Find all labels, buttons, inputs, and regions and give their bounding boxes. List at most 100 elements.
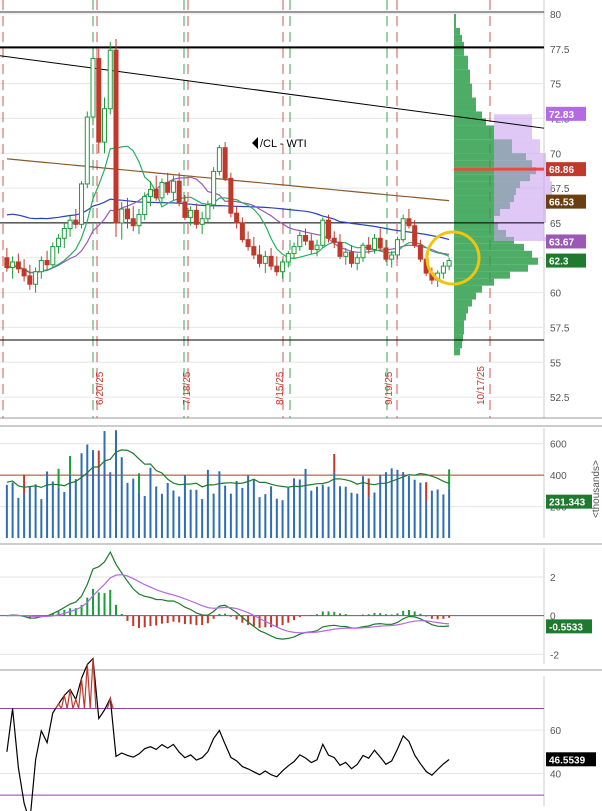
candle-body — [33, 271, 39, 285]
candle-body — [67, 219, 73, 230]
candle-body — [27, 275, 33, 285]
macd-histogram-bar — [367, 614, 370, 616]
candle[interactable] — [228, 172, 234, 218]
candle[interactable] — [79, 181, 85, 229]
volume-bar — [333, 472, 336, 538]
volume-bar — [109, 472, 112, 538]
volume-bar — [425, 501, 428, 538]
volume-bar — [86, 444, 89, 538]
price-tick-label: 67.5 — [550, 184, 570, 195]
candle-body — [412, 225, 418, 246]
volume-bar — [407, 476, 410, 538]
macd-histogram-bar — [275, 615, 278, 627]
candle-body — [383, 247, 389, 260]
volume-bar — [97, 469, 100, 538]
date-label: 8/15/25 — [275, 371, 286, 405]
volume-profile-bar — [454, 285, 482, 293]
candle[interactable] — [90, 48, 96, 126]
candle[interactable] — [50, 242, 56, 268]
candle-body — [320, 219, 326, 246]
volume-bar — [275, 498, 278, 538]
rsi-pane[interactable]: 40 60 46.5539 — [0, 657, 602, 811]
volume-profile-bar — [454, 55, 468, 70]
candle[interactable] — [107, 41, 113, 115]
candle[interactable] — [84, 111, 90, 189]
candle-body — [21, 268, 27, 277]
macd-histogram-bar — [109, 589, 112, 616]
candle-body — [308, 240, 314, 250]
price-tick-label: 65 — [550, 219, 562, 230]
volume-bar — [46, 471, 49, 538]
value-area-bar — [494, 181, 552, 196]
candle-body — [61, 228, 67, 239]
volume-profile-bar — [454, 341, 462, 349]
macd-histogram-bar — [218, 613, 221, 616]
value-area-bar — [494, 114, 532, 140]
volume-bar — [149, 467, 152, 538]
candle[interactable] — [211, 167, 217, 209]
volume-bar — [166, 482, 169, 538]
volume-bar — [373, 492, 376, 538]
macd-histogram-bar — [407, 609, 410, 616]
candle-body — [44, 260, 50, 266]
candle[interactable] — [320, 217, 326, 249]
volume-bar — [258, 497, 261, 538]
macd-histogram-bar — [212, 615, 215, 619]
price-badge-label: 66.53 — [549, 198, 574, 209]
candle-body — [371, 237, 377, 250]
macd-histogram-bar — [160, 615, 163, 624]
candle[interactable] — [222, 142, 228, 182]
macd-histogram-bar — [97, 592, 100, 616]
candle-body — [348, 251, 354, 264]
volume-profile-bar — [454, 292, 476, 300]
candle-body — [130, 218, 136, 227]
volume-profile-bar — [454, 327, 464, 335]
candle-body — [124, 208, 130, 220]
candle-body — [84, 116, 90, 185]
volume-bar — [448, 488, 451, 538]
volume-bar — [23, 493, 26, 538]
candle-body — [337, 241, 343, 257]
date-label: 7/18/25 — [182, 371, 193, 405]
rsi-badge-label: 46.5539 — [549, 755, 586, 766]
volume-bar — [160, 493, 163, 538]
candle-body — [96, 58, 102, 143]
volume-bar — [442, 494, 445, 538]
volume-bar — [287, 487, 290, 538]
candle-body — [440, 265, 446, 274]
volume-bar — [327, 486, 330, 538]
volume-bar — [235, 481, 238, 538]
candle[interactable] — [113, 39, 119, 237]
candle-body — [389, 254, 395, 260]
candle[interactable] — [96, 48, 102, 154]
volume-spike-bar — [137, 473, 140, 493]
candle-body — [153, 188, 159, 199]
macd-histogram-bar — [143, 615, 146, 628]
candle-body — [326, 219, 332, 239]
macd-histogram-bar — [287, 615, 290, 623]
price-tick-label: 77.5 — [550, 45, 570, 56]
candle[interactable] — [216, 144, 222, 176]
volume-pane[interactable]: 200400600231.343<thousands> — [0, 425, 602, 538]
volume-bar — [361, 476, 364, 538]
candle[interactable] — [400, 214, 406, 243]
volume-badge-label: 231.343 — [549, 498, 586, 509]
price-pane[interactable]: 52.55557.56062.56567.57072.57577.580/CL … — [0, 0, 602, 420]
macd-histogram-bar — [298, 615, 301, 618]
symbol-label: /CL - WTI — [260, 138, 307, 150]
volume-profile-bar — [454, 299, 472, 307]
rsi-tick-label: 60 — [550, 726, 562, 737]
macd-histogram-bar — [195, 615, 198, 626]
date-label: 9/19/25 — [384, 371, 395, 405]
volume-bar — [304, 468, 307, 538]
value-area-bar — [494, 139, 540, 154]
chart-canvas: 52.55557.56062.56567.57072.57577.580/CL … — [0, 0, 602, 811]
macd-pane[interactable]: -202-0.5533 — [0, 543, 602, 664]
volume-bar — [270, 486, 273, 538]
volume-bar — [229, 493, 232, 538]
candle-body — [56, 237, 62, 248]
candle-body — [193, 209, 199, 225]
macd-histogram-bar — [183, 615, 186, 625]
macd-histogram-bar — [436, 615, 439, 620]
price-tick-label: 60 — [550, 289, 562, 300]
